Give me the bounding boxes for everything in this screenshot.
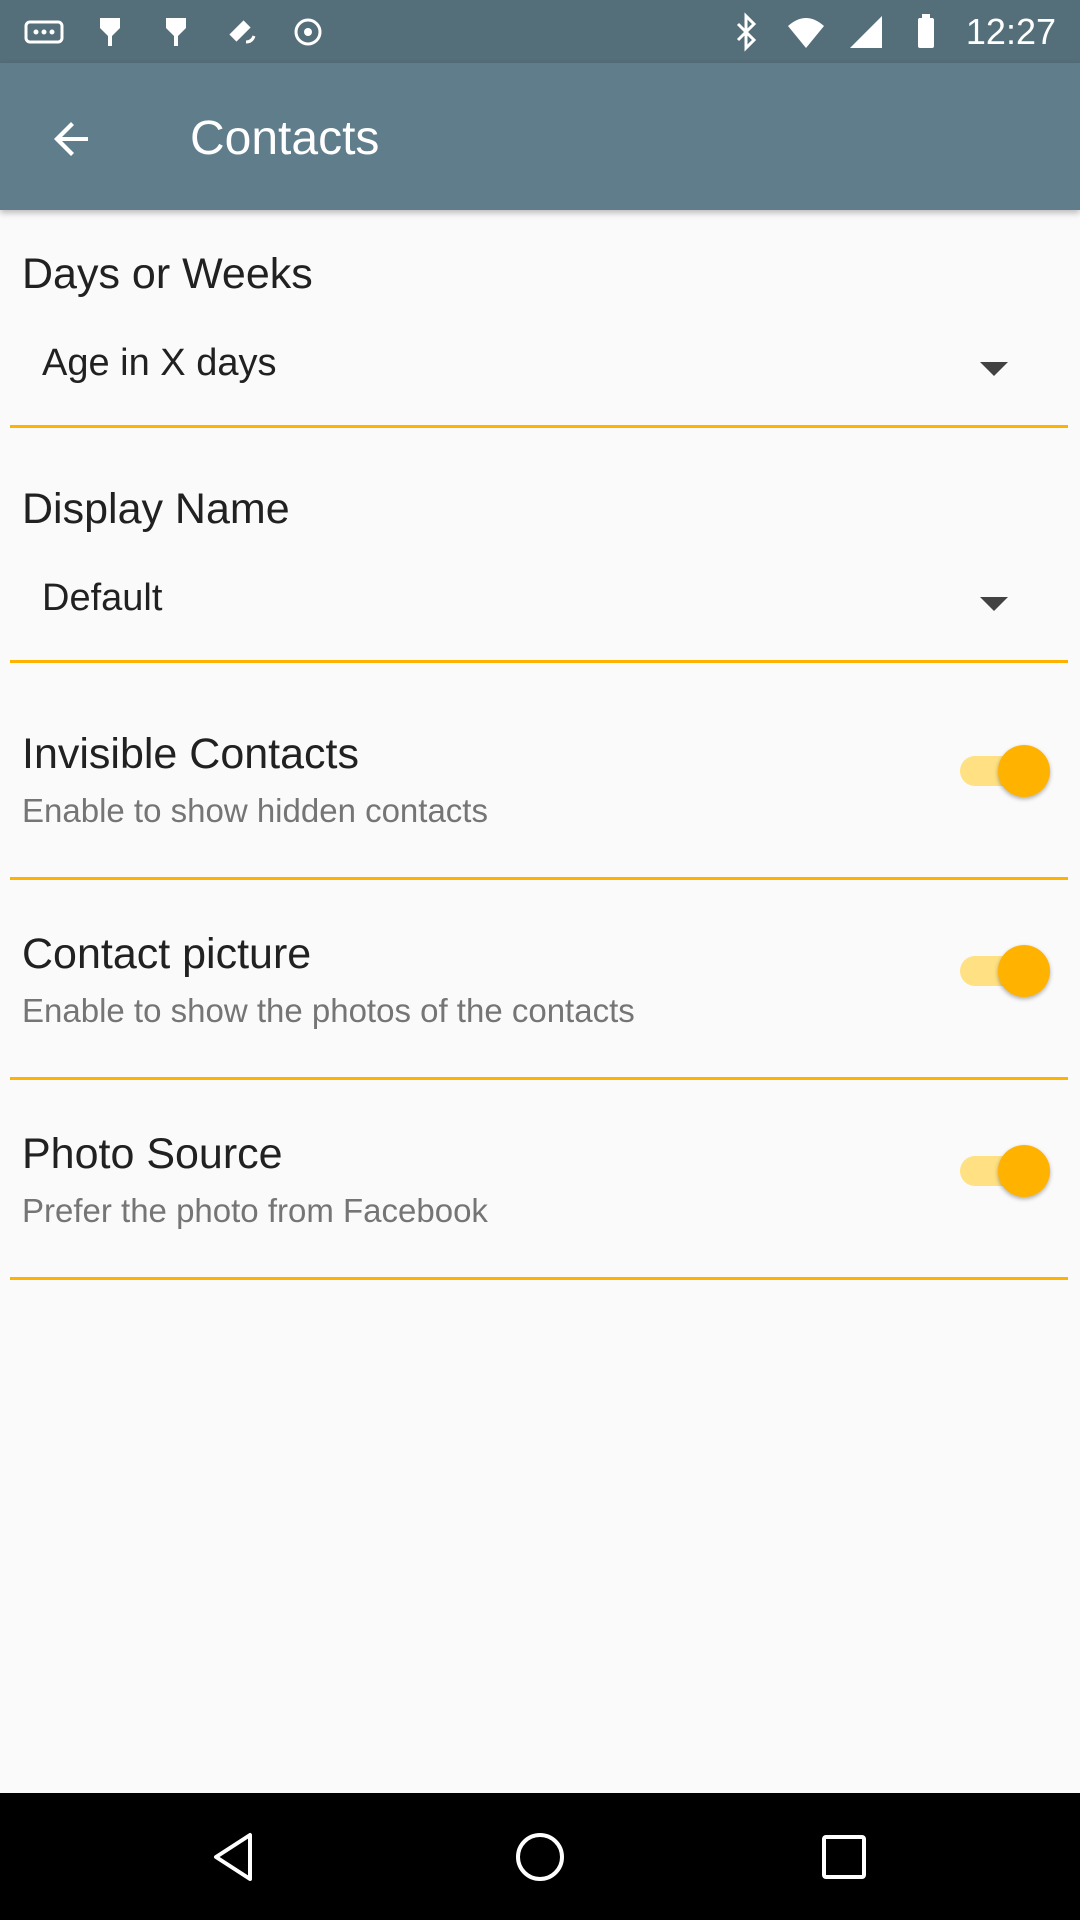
divider	[10, 425, 1068, 428]
status-time: 12:27	[965, 11, 1056, 52]
location-icon	[288, 12, 328, 52]
invisible-contacts-switch[interactable]	[950, 740, 1050, 800]
app-bar: Contacts	[0, 63, 1080, 210]
nav-back-button[interactable]	[196, 1817, 276, 1897]
invisible-contacts-title: Invisible Contacts	[22, 730, 359, 778]
bluetooth-icon	[726, 12, 766, 52]
nav-home-button[interactable]	[500, 1817, 580, 1897]
battery-icon	[906, 12, 946, 52]
fake-gps-icon	[222, 12, 262, 52]
days-or-weeks-value: Age in X days	[42, 342, 277, 384]
contact-picture-title: Contact picture	[22, 930, 312, 978]
divider	[10, 660, 1068, 663]
display-name-value: Default	[42, 577, 163, 619]
invisible-contacts-subtitle: Enable to show hidden contacts	[22, 792, 488, 829]
divider	[10, 1277, 1068, 1280]
contact-picture-subtitle: Enable to show the photos of the contact…	[22, 992, 635, 1029]
home-icon	[516, 1833, 564, 1881]
switch-thumb	[998, 945, 1050, 997]
display-name-title: Display Name	[22, 485, 290, 533]
recents-icon	[822, 1835, 866, 1879]
switch-thumb	[998, 1145, 1050, 1197]
more-icon	[24, 12, 64, 52]
days-or-weeks-setting: Days or Weeks Age in X days	[0, 210, 1080, 445]
nav-recents-button[interactable]	[804, 1817, 884, 1897]
invisible-contacts-setting[interactable]: Invisible Contacts Enable to show hidden…	[0, 680, 1080, 880]
notification-icon	[90, 12, 130, 52]
signal-icon	[846, 12, 886, 52]
display-name-setting: Display Name Default	[0, 445, 1080, 680]
arrow-left-icon	[54, 122, 88, 156]
status-bar: 12:27	[0, 0, 1080, 63]
days-or-weeks-title: Days or Weeks	[22, 250, 313, 298]
navigation-bar	[0, 1793, 1080, 1920]
display-name-dropdown[interactable]: Default	[10, 555, 1068, 655]
photo-source-title: Photo Source	[22, 1130, 283, 1178]
contact-picture-setting[interactable]: Contact picture Enable to show the photo…	[0, 880, 1080, 1080]
contact-picture-switch[interactable]	[950, 940, 1050, 1000]
photo-source-subtitle: Prefer the photo from Facebook	[22, 1192, 488, 1229]
dropdown-caret-icon	[980, 597, 1008, 611]
back-arrow-button[interactable]	[36, 103, 108, 175]
days-or-weeks-dropdown[interactable]: Age in X days	[10, 320, 1068, 420]
back-icon	[214, 1833, 252, 1881]
settings-list: Days or Weeks Age in X days Display Name…	[0, 210, 1080, 1280]
photo-source-switch[interactable]	[950, 1140, 1050, 1200]
dropdown-caret-icon	[980, 362, 1008, 376]
photo-source-setting[interactable]: Photo Source Prefer the photo from Faceb…	[0, 1080, 1080, 1280]
switch-thumb	[998, 745, 1050, 797]
wifi-icon	[786, 12, 826, 52]
page-title: Contacts	[190, 112, 380, 165]
notification-icon	[156, 12, 196, 52]
